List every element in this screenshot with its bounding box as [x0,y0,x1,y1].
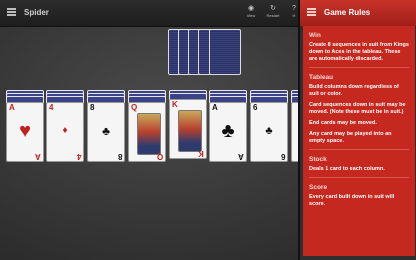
tableau-column[interactable]: 4 ♦ 4 [46,90,84,162]
tableau-column[interactable]: A ♣ A [209,90,247,162]
rule-text: Any card may be played into an empty spa… [309,131,392,144]
tableau-column[interactable]: K K [169,90,207,162]
tableau-column[interactable]: A ♥ A [6,90,44,162]
card[interactable]: 8 ♣ 8 [87,102,125,162]
suit-icon: ♣ [102,124,110,138]
suit-icon: ♥ [19,120,31,142]
card[interactable]: 6 ♣ 6 [250,102,288,162]
section-heading: Tableau [309,74,334,81]
king-face-icon [178,110,202,152]
rules-section-win: Win Create 8 sequences in suit from King… [303,32,415,63]
card[interactable]: K K [169,99,207,159]
card[interactable]: Q Q [128,102,166,162]
panel-title: Game Rules [324,8,371,17]
game-rules-panel: Game Rules Win Create 8 sequences in sui… [298,0,416,260]
suit-icon: ♣ [265,125,273,137]
panel-header: Game Rules [300,0,416,26]
suit-icon: ♣ [221,120,235,142]
section-heading: Win [309,32,321,39]
restart-icon: ↻ [270,5,276,12]
section-heading: Stock [309,156,327,163]
section-heading: Score [309,184,328,191]
rule-text: Create 8 sequences in suit from Kings do… [309,42,409,62]
eye-icon: ◉ [247,5,255,12]
app-title: Spider [24,8,49,17]
view-button[interactable]: ◉ View [241,5,261,18]
rule-text: Build columns down regardless of suit or… [309,84,399,97]
tableau-column[interactable]: 8 ♣ 8 [87,90,125,162]
restart-button[interactable]: ↻ Restart [263,5,283,18]
rules-content: Win Create 8 sequences in suit from King… [303,26,415,256]
rules-section-tableau: Tableau Build columns down regardless of… [303,74,415,145]
card[interactable]: A ♥ A [6,102,44,162]
tableau-column[interactable]: Q Q [128,90,166,162]
card[interactable]: 4 ♦ 4 [46,102,84,162]
tableau-column[interactable]: 6 ♣ 6 [250,90,288,162]
rule-text: Card sequences down in suit may be moved… [309,102,406,115]
rule-text: End cards may be moved. [309,120,377,126]
rule-text: Deals 1 card to each column. [309,166,385,172]
suit-icon: ♦ [62,125,68,136]
menu-icon[interactable] [7,8,16,16]
divider [309,149,409,150]
queen-face-icon [137,113,161,155]
rule-text: Every card built down in suit will score… [309,194,395,207]
card[interactable]: A ♣ A [209,102,247,162]
menu-icon[interactable] [307,8,316,16]
divider [309,177,409,178]
rules-section-score: Score Every card built down in suit will… [303,184,415,208]
divider [309,67,409,68]
stock-card[interactable] [209,29,241,75]
rules-section-stock: Stock Deals 1 card to each column. [303,156,415,173]
